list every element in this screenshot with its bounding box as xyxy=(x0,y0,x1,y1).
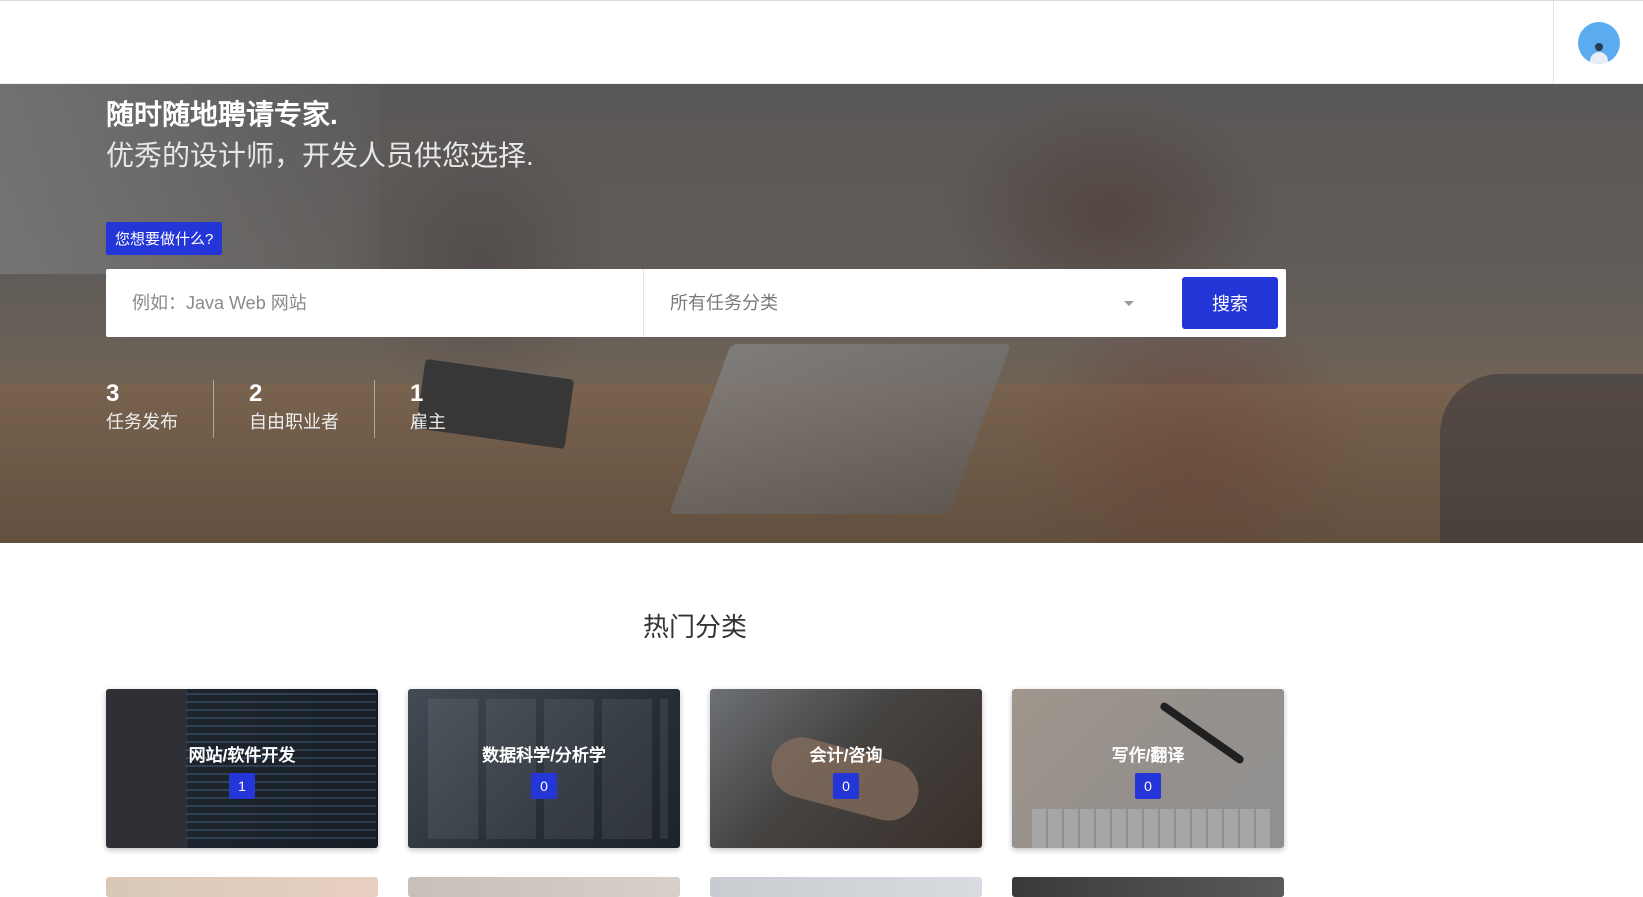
category-card-partial[interactable] xyxy=(710,877,982,897)
stat-value: 2 xyxy=(249,380,263,407)
chevron-down-icon xyxy=(1124,301,1134,306)
category-card-title: 网站/软件开发 xyxy=(188,746,296,765)
card-overlay xyxy=(710,689,982,848)
card-overlay xyxy=(106,689,378,848)
category-card-title: 会计/咨询 xyxy=(809,746,883,765)
category-card-web-dev[interactable]: 网站/软件开发 1 xyxy=(106,689,378,848)
stat-label: 自由职业者 xyxy=(249,412,339,432)
category-select[interactable]: 所有任务分类 xyxy=(644,269,1164,337)
popular-categories-title: 热门分类 xyxy=(642,612,747,642)
stat-tasks: 3 任务发布 xyxy=(106,380,214,438)
what-to-do-tag: 您想要做什么? xyxy=(106,222,223,255)
category-card-partial[interactable] xyxy=(408,877,680,897)
stat-employers: 1 雇主 xyxy=(410,380,481,438)
category-count-badge: 1 xyxy=(229,773,255,799)
search-bar: 所有任务分类 搜索 xyxy=(106,269,1286,337)
hero-background-chair xyxy=(1440,374,1643,543)
user-avatar-icon[interactable] xyxy=(1578,22,1620,64)
stat-label: 任务发布 xyxy=(106,412,178,432)
stat-value: 3 xyxy=(106,380,120,407)
stat-value: 1 xyxy=(410,380,424,407)
stat-freelancers: 2 自由职业者 xyxy=(249,380,375,438)
category-count-badge: 0 xyxy=(531,773,557,799)
category-card-title: 写作/翻译 xyxy=(1111,746,1185,765)
avatar-head xyxy=(1595,43,1603,51)
category-count-badge: 0 xyxy=(833,773,859,799)
category-card-partial[interactable] xyxy=(106,877,378,897)
avatar-body xyxy=(1590,52,1608,64)
hero-background-laptop xyxy=(669,344,1011,514)
search-button[interactable]: 搜索 xyxy=(1182,277,1278,329)
stats-row: 3 任务发布 2 自由职业者 1 雇主 xyxy=(106,380,516,438)
category-card-data-science[interactable]: 数据科学/分析学 0 xyxy=(408,689,680,848)
stat-label: 雇主 xyxy=(410,412,446,432)
category-card-writing[interactable]: 写作/翻译 0 xyxy=(1012,689,1284,848)
category-card-accounting[interactable]: 会计/咨询 0 xyxy=(710,689,982,848)
hero-subheadline: 优秀的设计师，开发人员供您选择. xyxy=(106,140,534,171)
keyword-search-input[interactable] xyxy=(106,269,643,337)
category-card-partial[interactable] xyxy=(1012,877,1284,897)
card-overlay xyxy=(408,689,680,848)
category-count-badge: 0 xyxy=(1135,773,1161,799)
top-navbar xyxy=(0,0,1643,85)
hero-headline: 随时随地聘请专家. xyxy=(106,99,338,130)
card-overlay xyxy=(1012,689,1284,848)
category-card-title: 数据科学/分析学 xyxy=(482,746,606,765)
category-select-value: 所有任务分类 xyxy=(670,293,778,313)
navbar-divider xyxy=(1553,1,1554,85)
